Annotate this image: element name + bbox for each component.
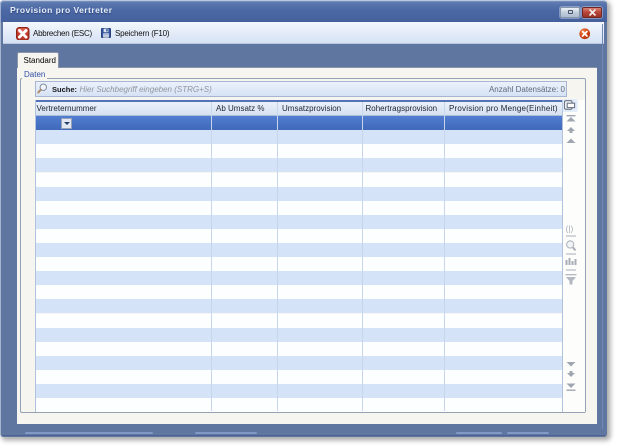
svg-text:(|): (|) <box>566 224 574 234</box>
